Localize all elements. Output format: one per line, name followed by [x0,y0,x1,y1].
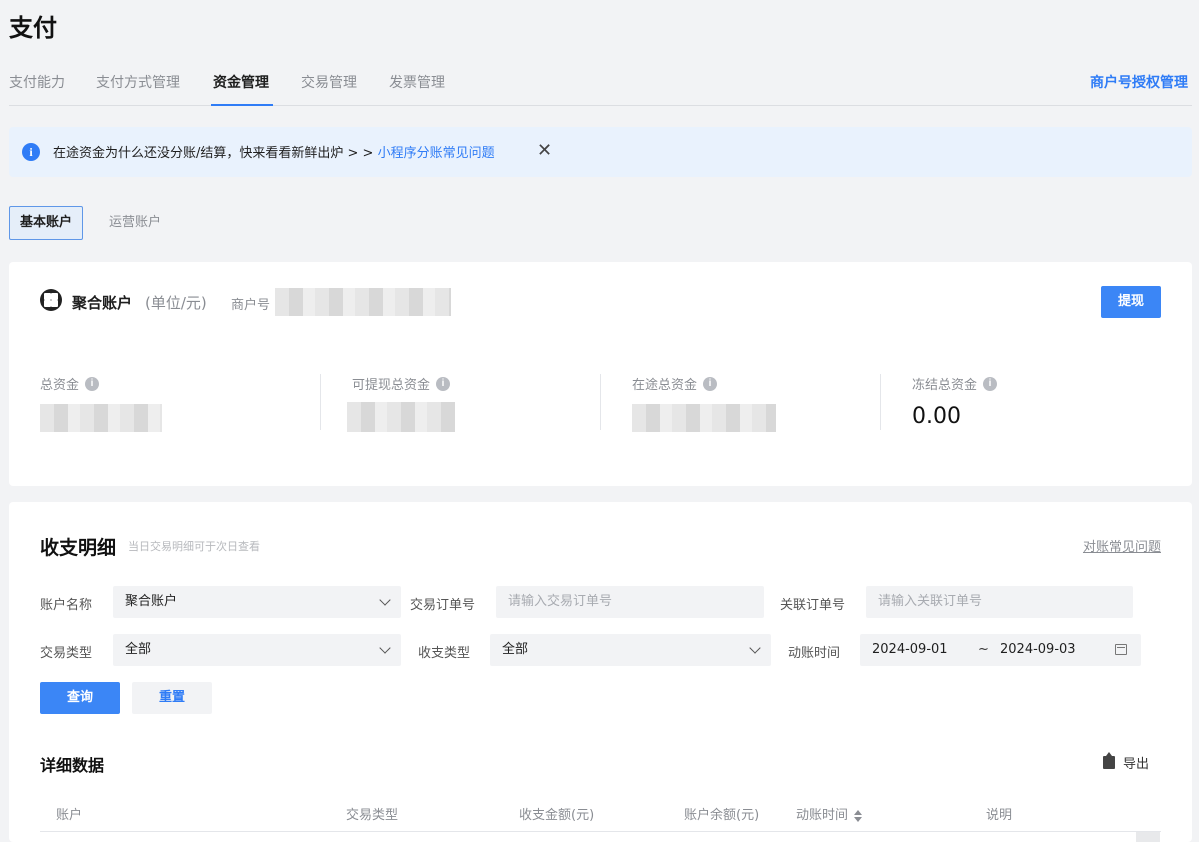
io-type-label: 收支类型 [418,646,471,661]
tab-operating-account[interactable]: 运营账户 [98,206,172,240]
tab-payment-capability[interactable]: 支付能力 [9,72,65,92]
posting-time-label: 动账时间 [788,646,841,661]
close-icon[interactable]: ✕ [537,141,552,161]
export-label: 导出 [1122,757,1149,772]
chevron-down-icon [379,594,391,606]
notice-text: 在途资金为什么还没分账/结算，快来看看新鲜出炉 > > 小程序分账常见问题 [53,142,495,161]
info-icon: i [22,143,40,161]
stat-withdrawable-funds: 可提现总资金 i [347,374,455,432]
account-summary-card: 聚合账户 (单位/元) 商户号 提现 总资金 i 可提现总资金 i 在途总资金 i 冻… [9,262,1192,486]
ledger-card: 收支明细 当日交易明细可于次日查看 对账常见问题 账户名称 聚合账户 交易订单号… [9,502,1192,842]
notice-message: 在途资金为什么还没分账/结算，快来看看新鲜出炉 > > [53,146,378,161]
date-start[interactable]: 2024-09-01 [872,642,948,657]
divider [880,374,881,430]
help-icon[interactable]: i [436,376,451,391]
page-title: 支付 [9,14,57,42]
notice-faq-link[interactable]: 小程序分账常见问题 [378,146,495,161]
help-icon[interactable]: i [703,376,718,391]
date-end[interactable]: 2024-09-03 [1000,634,1076,666]
divider [320,374,321,430]
column-header: 账户 [56,808,83,823]
date-range-picker[interactable]: 2024-09-01 ~ 2024-09-03 [860,634,1141,666]
table-header: 账户 交易类型 收支金额(元) 账户余额(元) 动账时间 说明 [40,796,1161,832]
account-name-select[interactable]: 聚合账户 [113,586,401,618]
stat-frozen-funds: 冻结总资金 i 0.00 [912,374,998,429]
tab-payment-methods[interactable]: 支付方式管理 [96,72,180,92]
help-icon[interactable]: i [983,376,998,391]
tab-basic-account[interactable]: 基本账户 [9,206,84,240]
aggregate-account-icon [40,289,62,311]
account-name-label: 账户名称 [40,598,93,613]
stat-value: 0.00 [912,404,961,429]
account-unit: (单位/元) [145,294,207,312]
tab-fund-management[interactable]: 资金管理 [213,72,269,92]
table-scrollbar[interactable] [1136,832,1160,842]
date-separator: ~ [978,642,989,657]
ledger-title: 收支明细 [40,537,117,559]
merchant-id-label: 商户号 [231,298,271,313]
divider [600,374,601,430]
stat-total-funds: 总资金 i [40,374,162,432]
sort-icon[interactable] [854,809,863,822]
export-icon [1102,752,1115,769]
account-title: 聚合账户 [72,294,133,312]
stat-label: 在途总资金 [632,378,698,393]
stat-label: 总资金 [40,378,80,393]
detail-title: 详细数据 [40,756,105,775]
order-no-label: 交易订单号 [410,598,476,613]
ledger-hint: 当日交易明细可于次日查看 [128,540,260,553]
trade-type-value: 全部 [125,642,152,657]
column-header: 收支金额(元) [519,808,595,823]
help-icon[interactable]: i [85,376,100,391]
stat-label: 可提现总资金 [352,378,431,393]
order-no-input[interactable]: 请输入交易订单号 [496,586,764,618]
io-type-value: 全部 [502,642,529,657]
withdraw-button[interactable]: 提现 [1101,286,1161,318]
trade-type-select[interactable]: 全部 [113,634,401,666]
query-button[interactable]: 查询 [40,682,120,714]
calendar-icon[interactable] [1115,644,1127,655]
column-header-sortable[interactable]: 动账时间 [796,804,863,823]
active-tab-indicator [211,104,273,106]
main-tabs: 支付能力 支付方式管理 资金管理 交易管理 发票管理 商户号授权管理 [9,60,1192,106]
stat-value-redacted [40,404,162,432]
related-no-label: 关联订单号 [780,598,846,613]
chevron-down-icon [749,642,761,654]
merchant-auth-link[interactable]: 商户号授权管理 [1090,72,1188,92]
notice-banner: i 在途资金为什么还没分账/结算，快来看看新鲜出炉 > > 小程序分账常见问题 … [9,127,1192,177]
account-name-value: 聚合账户 [125,594,178,609]
trade-type-label: 交易类型 [40,646,93,661]
stat-value-redacted [347,402,455,432]
chevron-down-icon [379,642,391,654]
column-header: 说明 [986,808,1013,823]
stat-label: 冻结总资金 [912,378,978,393]
column-header: 动账时间 [796,808,849,823]
export-button[interactable]: 导出 [1102,752,1149,772]
stat-value-redacted [632,404,776,432]
reconciliation-faq-link[interactable]: 对账常见问题 [1083,536,1161,555]
merchant-id-redacted [275,288,451,316]
related-no-input[interactable]: 请输入关联订单号 [866,586,1133,618]
reset-button[interactable]: 重置 [132,682,212,714]
column-header: 交易类型 [346,808,399,823]
stat-in-transit-funds: 在途总资金 i [632,374,776,432]
tab-transaction-management[interactable]: 交易管理 [301,72,357,92]
tab-invoice-management[interactable]: 发票管理 [389,72,445,92]
io-type-select[interactable]: 全部 [490,634,771,666]
column-header: 账户余额(元) [684,808,760,823]
